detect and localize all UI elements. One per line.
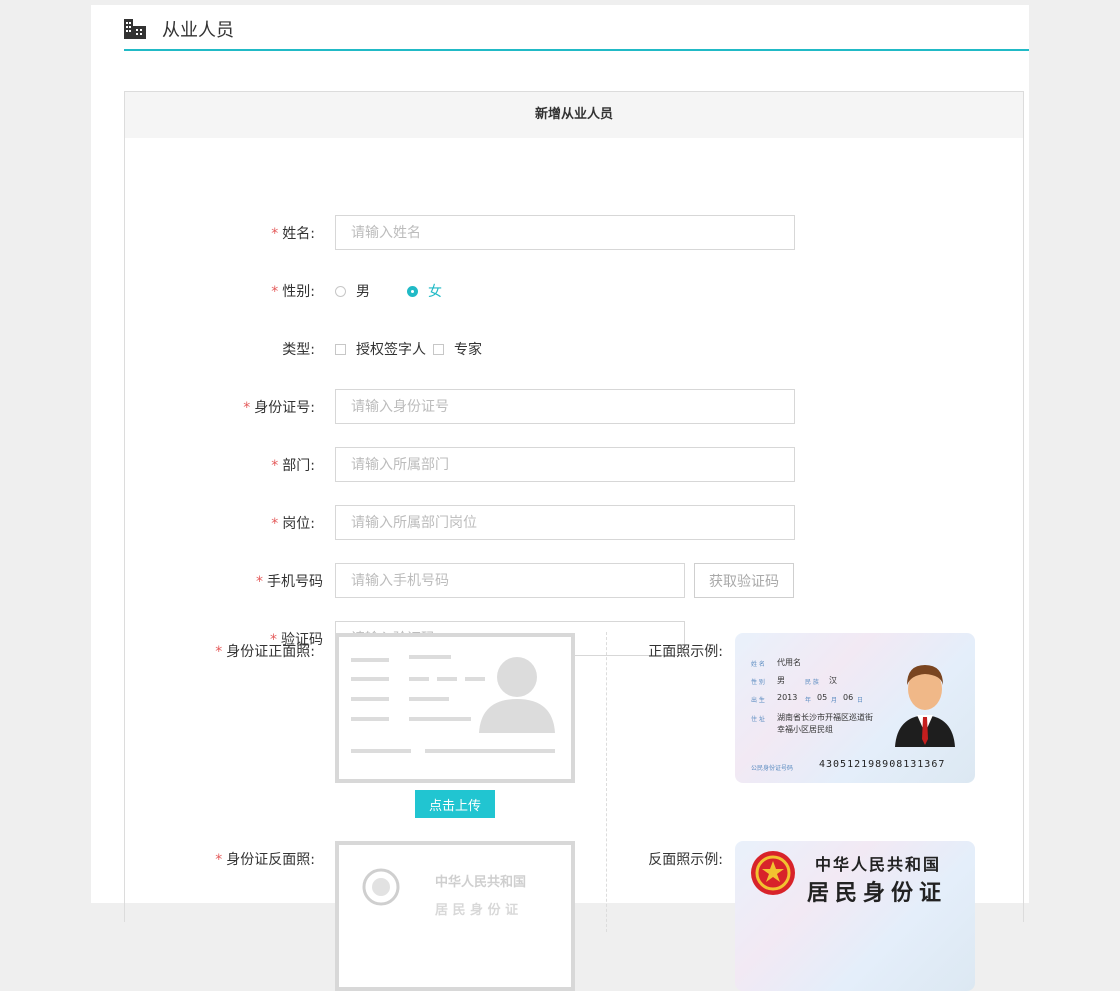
page-title: 从业人员 (162, 20, 234, 41)
department-label: * 部门: (271, 458, 315, 474)
form-title: 新增从业人员 (125, 92, 1023, 138)
front-sample-label: 正面照示例: (648, 644, 723, 660)
position-input[interactable] (335, 505, 795, 540)
id-back-sample-image: 中华人民共和国 居民身份证 (735, 841, 975, 991)
vertical-divider (606, 632, 607, 932)
get-code-button[interactable]: 获取验证码 (694, 563, 794, 598)
type-option-signatory[interactable]: 授权签字人 (335, 339, 426, 359)
required-mark: * (271, 284, 279, 300)
name-input[interactable] (335, 215, 795, 250)
required-mark: * (243, 400, 251, 416)
page-header: 从业人员 (124, 5, 1029, 51)
type-label: 类型: (282, 342, 315, 358)
gender-option-male[interactable]: 男 (335, 281, 370, 301)
required-mark: * (271, 458, 279, 474)
id-front-sample-image: 姓 名 代用名 性 别 男 民 族 汉 出 生 2013 年 05 月 06 日… (735, 633, 975, 783)
radio-unchecked-icon (335, 286, 346, 297)
building-icon (124, 19, 146, 39)
page: 从业人员 新增从业人员 *姓名: *性别: 男 女 类型: 授权签字人 专家 *… (91, 5, 1029, 991)
type-option-expert[interactable]: 专家 (433, 339, 482, 359)
id-number-label: * 身份证号: (243, 400, 315, 416)
required-mark: * (271, 226, 279, 242)
required-mark: * (256, 574, 263, 590)
department-input[interactable] (335, 447, 795, 482)
position-label: * 岗位: (271, 516, 315, 532)
id-front-label: * 身份证正面照: (215, 644, 315, 660)
national-emblem-icon (362, 868, 400, 906)
name-label: * 姓名: (271, 226, 315, 242)
back-sample-label: 反面照示例: (648, 852, 723, 868)
phone-label: * 手机号码 (256, 574, 323, 590)
form-card: 新增从业人员 *姓名: *性别: 男 女 类型: 授权签字人 专家 *身份证号:… (124, 91, 1024, 991)
checkbox-icon (335, 344, 346, 355)
phone-input[interactable] (335, 563, 685, 598)
gender-label: * 性别: (271, 284, 315, 300)
radio-checked-icon (407, 286, 418, 297)
required-mark: * (271, 516, 279, 532)
person-avatar-icon (895, 665, 955, 747)
national-emblem-icon (751, 851, 795, 895)
upload-button[interactable]: 点击上传 (415, 790, 495, 818)
required-mark: * (215, 644, 223, 660)
id-number-input[interactable] (335, 389, 795, 424)
gender-option-female[interactable]: 女 (407, 281, 442, 301)
id-back-label: * 身份证反面照: (215, 852, 315, 868)
checkbox-icon (433, 344, 444, 355)
required-mark: * (215, 852, 223, 868)
